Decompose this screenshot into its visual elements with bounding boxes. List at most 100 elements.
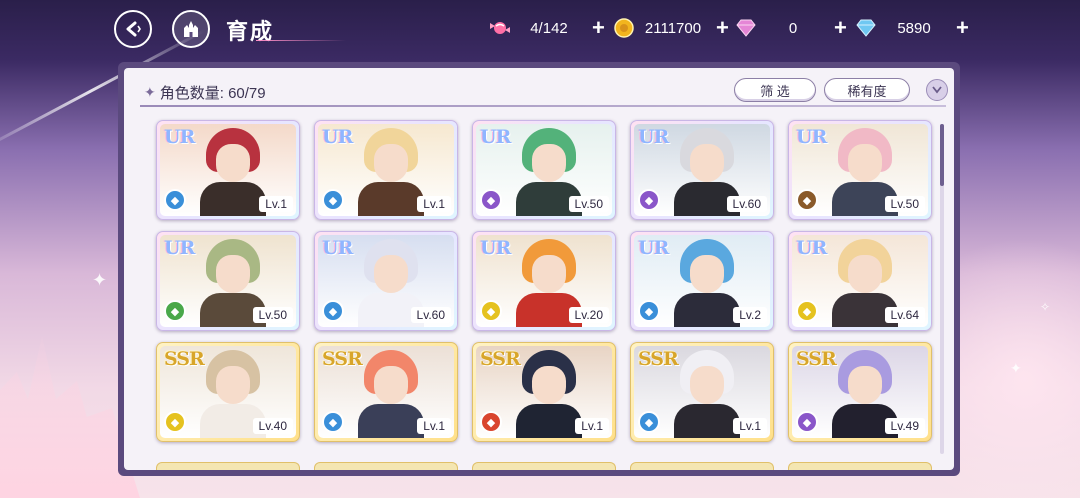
face [690,255,724,293]
character-card[interactable]: UR ◆ Lv.60 [630,120,774,220]
attribute-icon: ◆ [164,411,186,433]
face [216,366,250,404]
add-blue-gem-button[interactable]: + [956,17,969,39]
level-label: Lv.64 [884,307,925,323]
level-label: Lv.1 [417,418,451,434]
filter-button[interactable]: 筛 选 [734,78,816,102]
resource-candy: 4/142 + [488,16,605,40]
face [216,255,250,293]
face [848,366,882,404]
sparkle-icon: ✦ [92,270,108,290]
scrollbar[interactable] [940,124,944,454]
outfit [674,404,740,438]
character-card[interactable]: SSR ◆ Lv.1 [630,342,774,442]
sparkle-icon: ✦ [144,84,156,100]
rarity-badge: SSR [638,348,679,370]
character-card[interactable]: UR ◆ Lv.2 [630,231,774,331]
card-partial [788,462,932,470]
gold-coin-icon [612,16,636,40]
attribute-icon: ◆ [796,189,818,211]
attribute-icon: ◆ [480,189,502,211]
character-card[interactable]: UR ◆ Lv.1 [314,120,458,220]
attribute-icon: ◆ [322,411,344,433]
level-label: Lv.1 [417,196,451,212]
level-label: Lv.1 [733,418,767,434]
rarity-badge: UR [322,126,353,148]
level-label: Lv.20 [568,307,609,323]
level-label: Lv.60 [410,307,451,323]
back-button[interactable] [114,10,152,48]
level-label: Lv.2 [733,307,767,323]
rarity-badge: SSR [796,348,837,370]
character-count: ✦ 角色数量: 60/79 [144,82,266,103]
character-art: UR ◆ Lv.60 [318,235,454,327]
character-portrait [514,350,584,438]
face [532,144,566,182]
level-label: Lv.50 [884,196,925,212]
character-art: UR ◆ Lv.1 [160,124,296,216]
attribute-icon: ◆ [796,300,818,322]
outfit [674,293,740,327]
character-art: UR ◆ Lv.1 [318,124,454,216]
character-art: SSR ◆ Lv.1 [318,346,454,438]
face [374,366,408,404]
outfit [358,182,424,216]
blue-gem-value: 5890 [897,19,931,37]
scrollbar-thumb[interactable] [940,124,944,186]
level-label: Lv.1 [575,418,609,434]
rarity-badge: SSR [164,348,205,370]
character-card[interactable]: UR ◆ Lv.50 [472,120,616,220]
character-card[interactable]: UR ◆ Lv.1 [156,120,300,220]
sort-order-toggle[interactable] [926,79,948,101]
character-card[interactable]: SSR ◆ Lv.49 [788,342,932,442]
resource-blue-gem: 5890 + [854,16,969,40]
character-portrait [356,350,426,438]
pink-gem-value: 0 [788,19,798,37]
attribute-icon: ◆ [322,300,344,322]
attribute-icon: ◆ [480,300,502,322]
rarity-sort-button[interactable]: 稀有度 [824,78,910,102]
rarity-badge: UR [164,126,195,148]
face [848,255,882,293]
level-label: Lv.49 [884,418,925,434]
resource-coin: 2111700 + [612,16,729,40]
castle-home-icon [184,21,198,37]
sparkle-icon: ✦ [1010,360,1022,376]
face [532,366,566,404]
character-card[interactable]: UR ◆ Lv.64 [788,231,932,331]
rarity-badge: UR [480,126,511,148]
character-count-label: 角色数量: 60/79 [159,85,266,102]
add-coin-button[interactable]: + [716,17,729,39]
character-card[interactable]: UR ◆ Lv.60 [314,231,458,331]
character-card[interactable]: UR ◆ Lv.20 [472,231,616,331]
character-art: SSR ◆ Lv.40 [160,346,296,438]
character-art: UR ◆ Lv.50 [476,124,612,216]
candy-value: 4/142 [530,19,568,37]
face [216,144,250,182]
add-candy-button[interactable]: + [592,17,605,39]
divider [140,105,946,107]
attribute-icon: ◆ [796,411,818,433]
home-button[interactable] [172,10,210,48]
add-pink-gem-button[interactable]: + [834,17,847,39]
character-card[interactable]: UR ◆ Lv.50 [156,231,300,331]
attribute-icon: ◆ [164,300,186,322]
level-label: Lv.50 [252,307,293,323]
character-art: UR ◆ Lv.2 [634,235,770,327]
rarity-badge: UR [638,126,669,148]
character-card[interactable]: UR ◆ Lv.50 [788,120,932,220]
character-panel: ✦ 角色数量: 60/79 筛 选 稀有度 UR ◆ Lv.1 UR ◆ Lv.1 UR ◆ L… [118,62,960,476]
character-card[interactable]: SSR ◆ Lv.40 [156,342,300,442]
character-art: SSR ◆ Lv.1 [476,346,612,438]
chevron-down-icon [932,86,942,94]
level-label: Lv.50 [568,196,609,212]
back-arrow-icon [126,21,141,37]
rarity-badge: SSR [480,348,521,370]
character-art: UR ◆ Lv.50 [792,124,928,216]
rarity-badge: UR [322,237,353,259]
character-card[interactable]: SSR ◆ Lv.1 [472,342,616,442]
character-card[interactable]: SSR ◆ Lv.1 [314,342,458,442]
rarity-badge: UR [796,237,827,259]
card-partial [156,462,300,470]
character-art: UR ◆ Lv.50 [160,235,296,327]
